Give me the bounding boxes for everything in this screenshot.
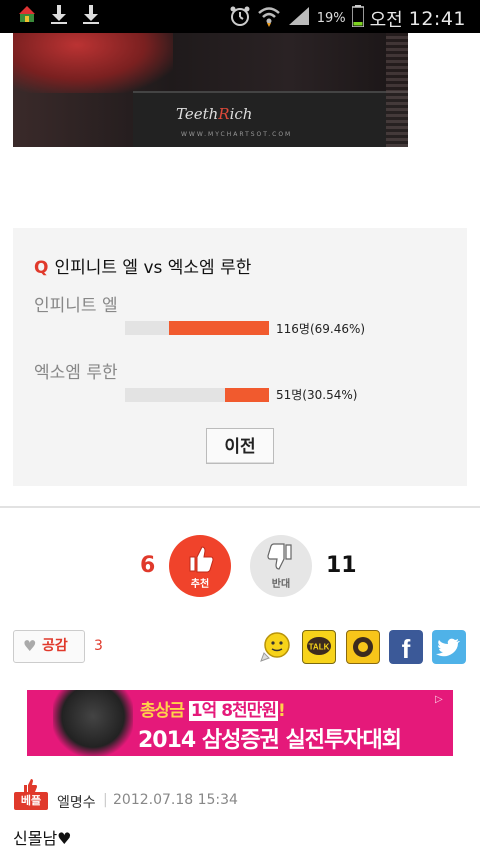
- thumbs-down-icon: [267, 543, 292, 570]
- poll-option-label[interactable]: 인피니트 엘: [34, 291, 118, 316]
- poll-option-label[interactable]: 엑소엠 루한: [34, 358, 118, 383]
- best-comment-badge: 베플: [14, 778, 48, 812]
- oppose-count: 11: [326, 553, 357, 578]
- oppose-label: 반대: [271, 579, 291, 590]
- battery-percent: 19%: [316, 11, 346, 26]
- article-image: TeethRich WWW.MYCHARTSOT.COM: [13, 33, 408, 147]
- poll-bar-fill: [168, 321, 269, 335]
- poll-option-result: 116명(69.46%): [276, 322, 366, 336]
- clock: 12:41: [408, 7, 466, 30]
- emoticon-share-button[interactable]: [258, 630, 292, 664]
- poll-bar-fill: [225, 388, 269, 402]
- kakaostory-share-button[interactable]: [346, 630, 380, 664]
- signal-icon: [287, 5, 311, 32]
- poll-question-text: 인피니트 엘 vs 엑소엠 루한: [54, 258, 252, 278]
- poll-bar: [125, 321, 269, 335]
- ad-banner[interactable]: 총상금 1억 8천만원! 2014 삼성증권 실전투자대회 ▷: [27, 690, 453, 756]
- thumbs-up-icon: [189, 546, 214, 573]
- svg-text:TALK: TALK: [309, 643, 330, 652]
- status-bar: 19% 오전 12:41: [0, 0, 480, 33]
- prev-button[interactable]: 이전: [206, 428, 274, 464]
- recommend-count: 6: [140, 553, 156, 578]
- q-mark: Q: [34, 258, 49, 278]
- battery-icon: [350, 5, 365, 32]
- twitter-bird-icon: [436, 638, 460, 657]
- recommend-label: 추천: [190, 579, 210, 590]
- poll-bar: [125, 388, 269, 402]
- recommend-button[interactable]: 추천: [169, 535, 231, 597]
- ampm-label: 오전: [369, 9, 403, 31]
- download-icon: [82, 4, 100, 28]
- divider: [0, 506, 480, 508]
- comment-author[interactable]: 엘명수: [57, 792, 96, 812]
- wifi-icon: [257, 5, 281, 32]
- image-watermark-url: WWW.MYCHARTSOT.COM: [181, 131, 293, 138]
- poll-box: Q 인피니트 엘 vs 엑소엠 루한 인피니트 엘 116명(69.46%) 엑소…: [13, 228, 467, 486]
- oppose-button[interactable]: 반대: [250, 535, 312, 597]
- best-comment-tag: 베플: [14, 792, 48, 810]
- home-app-icon: [18, 5, 36, 27]
- comment-text: 신몰남♥: [13, 829, 72, 848]
- alarm-icon: [229, 5, 251, 32]
- image-red-area: [13, 33, 173, 93]
- empathy-label: 공감: [42, 638, 68, 654]
- image-watermark: TeethRich: [176, 105, 253, 123]
- poll-question: Q 인피니트 엘 vs 엑소엠 루한: [34, 253, 251, 278]
- download-icon: [50, 4, 68, 28]
- facebook-icon: f: [401, 634, 411, 664]
- comment-separator: |: [103, 792, 108, 808]
- ad-info-icon[interactable]: ▷: [435, 694, 449, 708]
- twitter-share-button[interactable]: [432, 630, 466, 664]
- kakaostory-icon: [353, 637, 373, 657]
- image-dark-band: [133, 91, 408, 147]
- smiley-icon: [260, 632, 290, 662]
- ad-title: 2014 삼성증권 실전투자대회: [138, 728, 402, 753]
- poll-option-result: 51명(30.54%): [276, 388, 358, 402]
- kakaotalk-icon: TALK: [307, 637, 331, 655]
- ad-figure-image: [53, 690, 133, 756]
- kakaotalk-share-button[interactable]: TALK: [302, 630, 336, 664]
- ad-headline: 총상금 1억 8천만원!: [140, 701, 286, 721]
- facebook-share-button[interactable]: f: [389, 630, 423, 664]
- empathy-count: 3: [94, 638, 103, 654]
- comment-date: 2012.07.18 15:34: [113, 792, 238, 808]
- empathy-button[interactable]: ♥ 공감: [13, 630, 85, 663]
- heart-icon: ♥: [23, 637, 37, 655]
- image-pattern: [386, 33, 408, 147]
